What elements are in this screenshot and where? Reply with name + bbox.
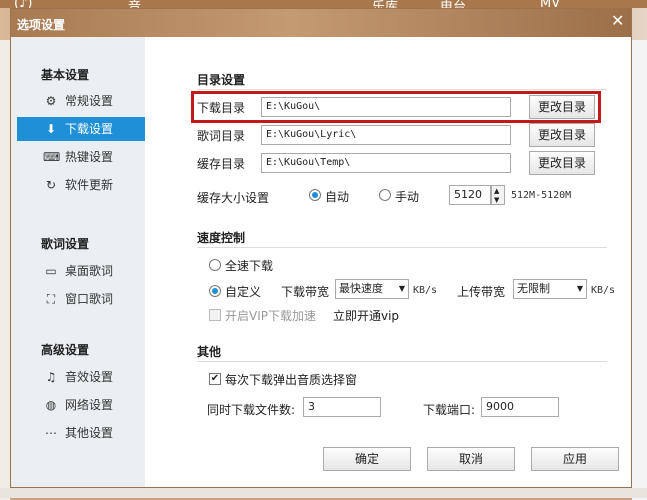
concurrent-downloads-input[interactable]: 3 <box>303 397 381 417</box>
sidebar-item-hotkey[interactable]: ⌨ 热键设置 <box>17 145 145 169</box>
cache-dir-label: 缓存目录 <box>197 157 246 171</box>
sidebar-item-label: 网络设置 <box>65 398 114 412</box>
chevron-down-icon: ▼ <box>398 284 405 293</box>
vip-acceleration-label: 开启VIP下载加速 <box>225 309 316 323</box>
close-icon[interactable]: ✕ <box>611 13 624 29</box>
settings-sidebar: 基本设置 ⚙ 常规设置 ⬇ 下载设置 ⌨ 热键设置 ↻ 软件更新 歌词设置 ▭ … <box>11 37 145 487</box>
vip-open-link[interactable]: 立即开通vip <box>333 307 399 324</box>
sidebar-item-label: 桌面歌词 <box>65 264 114 278</box>
cache-dir-input[interactable]: E:\KuGou\Temp\ <box>261 153 511 173</box>
sidebar-item-label: 音效设置 <box>65 370 114 384</box>
sidebar-item-label: 其他设置 <box>65 426 114 440</box>
cancel-button[interactable]: 取消 <box>427 447 515 471</box>
lyrics-dir-input[interactable]: E:\KuGou\Lyric\ <box>261 125 511 145</box>
cache-manual-radio[interactable] <box>379 189 391 201</box>
download-port-input[interactable]: 9000 <box>481 397 559 417</box>
cache-size-stepper[interactable]: ▲ ▼ <box>491 185 505 205</box>
download-bandwidth-value: 最快速度 <box>339 282 383 295</box>
background-bottom-bar <box>0 488 647 498</box>
change-download-dir-button[interactable]: 更改目录 <box>529 95 595 119</box>
download-dir-input[interactable]: E:\KuGou\ <box>261 97 511 117</box>
download-icon: ⬇ <box>45 122 57 136</box>
more-icon: ⋯ <box>45 426 57 440</box>
vip-acceleration-checkbox[interactable] <box>209 309 221 321</box>
full-speed-radio[interactable] <box>209 259 221 271</box>
sidebar-item-window-lyrics[interactable]: ⛶ 窗口歌词 <box>17 287 145 311</box>
sidebar-item-label: 常规设置 <box>65 94 114 108</box>
upload-bandwidth-unit: KB/s <box>591 285 616 296</box>
sidebar-item-label: 热键设置 <box>65 150 114 164</box>
upload-bandwidth-select[interactable]: 无限制 ▼ <box>513 279 587 299</box>
cache-size-range: 512M-5120M <box>511 190 572 201</box>
other-section-title: 其他 <box>197 345 222 359</box>
sidebar-section-advanced: 高级设置 <box>41 343 90 357</box>
refresh-icon: ↻ <box>45 178 57 192</box>
download-bandwidth-unit: KB/s <box>413 285 438 296</box>
download-bandwidth-label: 下载带宽 <box>281 285 330 299</box>
background-right-panel <box>632 40 647 500</box>
watermark: Baidu 经验 <box>498 438 550 449</box>
sidebar-item-network[interactable]: ◍ 网络设置 <box>17 393 145 417</box>
settings-content: 目录设置 下载目录 E:\KuGou\ 更改目录 歌词目录 E:\KuGou\L… <box>145 37 631 487</box>
custom-speed-radio[interactable] <box>209 285 221 297</box>
dialog-titlebar[interactable]: 选项设置 ✕ <box>11 9 631 37</box>
download-port-label: 下载端口: <box>423 403 476 417</box>
equalizer-icon: ♫ <box>45 370 57 384</box>
sidebar-item-update[interactable]: ↻ 软件更新 <box>17 173 145 197</box>
download-dir-label: 下载目录 <box>197 101 246 115</box>
sidebar-item-download[interactable]: ⬇ 下载设置 <box>17 117 145 141</box>
divider <box>197 89 607 90</box>
globe-icon: ◍ <box>45 398 57 412</box>
full-speed-label: 全速下载 <box>225 259 274 273</box>
sidebar-item-desktop-lyrics[interactable]: ▭ 桌面歌词 <box>17 259 145 283</box>
sidebar-item-label: 软件更新 <box>65 178 114 192</box>
sidebar-section-basic: 基本设置 <box>41 68 90 82</box>
change-cache-dir-button[interactable]: 更改目录 <box>529 151 595 175</box>
ok-button[interactable]: 确定 <box>323 447 411 471</box>
directory-section-title: 目录设置 <box>197 73 246 87</box>
sidebar-item-sound-effects[interactable]: ♫ 音效设置 <box>17 365 145 389</box>
cache-size-input[interactable]: 5120 <box>449 185 491 205</box>
change-lyrics-dir-button[interactable]: 更改目录 <box>529 123 595 147</box>
sidebar-item-other[interactable]: ⋯ 其他设置 <box>17 421 145 445</box>
chevron-down-icon: ▼ <box>576 284 583 293</box>
chevron-up-icon[interactable]: ▲ <box>494 187 499 195</box>
custom-speed-label: 自定义 <box>225 285 262 299</box>
upload-bandwidth-label: 上传带宽 <box>457 285 506 299</box>
cache-auto-radio[interactable] <box>309 189 321 201</box>
concurrent-downloads-label: 同时下载文件数: <box>207 403 296 417</box>
speed-section-title: 速度控制 <box>197 231 246 245</box>
background-left-panel <box>0 40 10 500</box>
download-bandwidth-select[interactable]: 最快速度 ▼ <box>335 279 409 299</box>
quality-popup-label: 每次下载弹出音质选择窗 <box>225 373 358 387</box>
upload-bandwidth-value: 无限制 <box>517 282 550 295</box>
sidebar-item-label: 窗口歌词 <box>65 292 114 306</box>
quality-popup-checkbox[interactable]: ✔ <box>209 373 221 385</box>
chevron-down-icon[interactable]: ▼ <box>494 196 499 204</box>
lyrics-dir-label: 歌词目录 <box>197 129 246 143</box>
keyboard-icon: ⌨ <box>43 150 61 164</box>
desktop-lyrics-icon: ▭ <box>45 264 57 278</box>
apply-button[interactable]: 应用 <box>531 447 619 471</box>
sidebar-item-general[interactable]: ⚙ 常规设置 <box>17 89 145 113</box>
gear-icon: ⚙ <box>45 94 57 108</box>
divider <box>197 361 607 362</box>
divider <box>197 247 607 248</box>
cache-size-label: 缓存大小设置 <box>197 191 270 205</box>
window-lyrics-icon: ⛶ <box>46 292 56 306</box>
sidebar-item-label: 下载设置 <box>65 122 114 136</box>
dialog-title: 选项设置 <box>17 18 66 32</box>
cache-manual-label: 手动 <box>395 190 420 204</box>
cache-auto-label: 自动 <box>325 190 350 204</box>
sidebar-section-lyrics: 歌词设置 <box>41 237 90 251</box>
options-dialog: 选项设置 ✕ 基本设置 ⚙ 常规设置 ⬇ 下载设置 ⌨ 热键设置 ↻ 软件更新 … <box>10 8 632 488</box>
